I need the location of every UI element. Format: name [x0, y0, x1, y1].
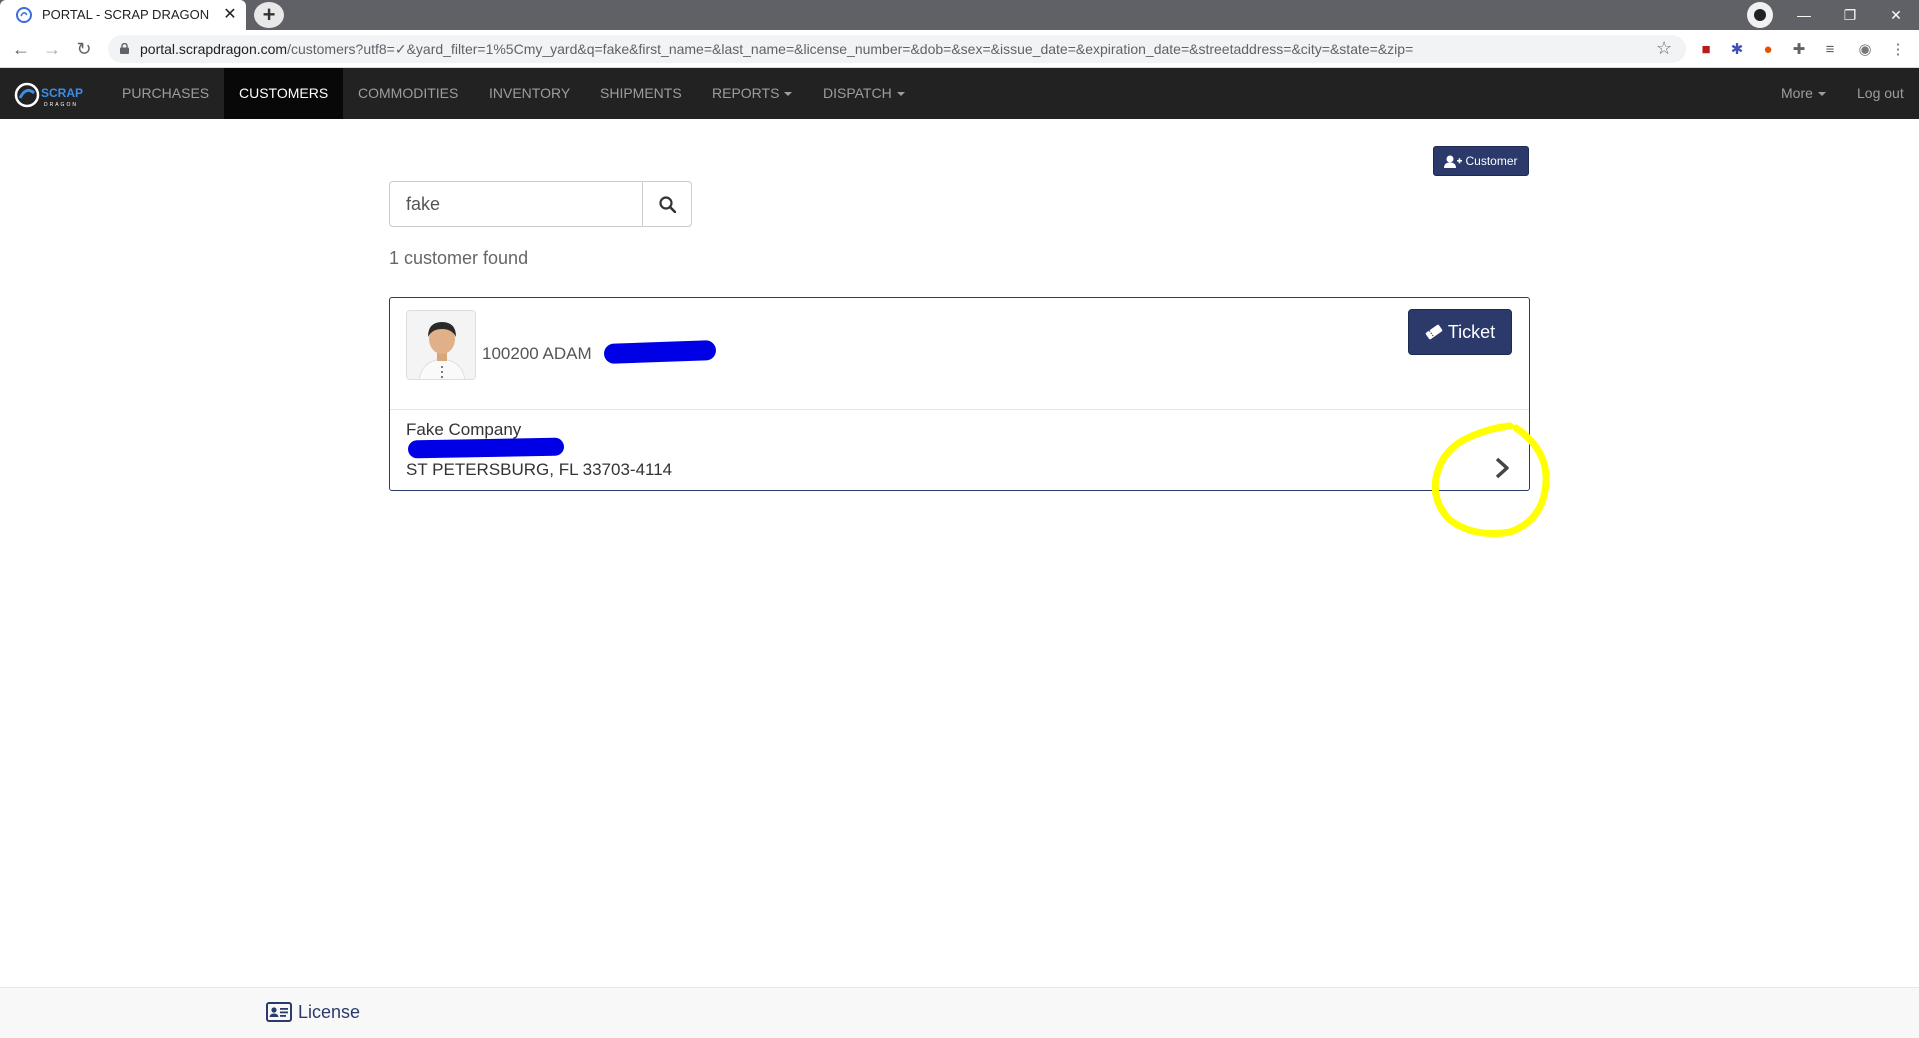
- svg-text:SCRAP: SCRAP: [41, 86, 83, 100]
- browser-tab[interactable]: PORTAL - SCRAP DRAGON ✕: [0, 0, 246, 30]
- logout-link[interactable]: Log out: [1857, 68, 1904, 119]
- redaction-mark: [603, 340, 717, 364]
- customer-company: Fake Company: [406, 420, 522, 439]
- nav-purchases[interactable]: PURCHASES: [107, 68, 224, 119]
- lock-icon: [120, 43, 129, 54]
- extensions-puzzle-icon[interactable]: ✚: [1789, 40, 1809, 60]
- scrap-dragon-favicon-icon: [16, 7, 32, 23]
- nav-commodities[interactable]: COMMODITIES: [343, 68, 473, 119]
- profile-avatar-icon[interactable]: ◉: [1855, 40, 1875, 60]
- ticket-button[interactable]: Ticket: [1408, 309, 1512, 355]
- caret-down-icon: [896, 92, 905, 97]
- customer-name: 100200 ADAM: [482, 344, 592, 363]
- nav-inventory[interactable]: INVENTORY: [474, 68, 585, 119]
- customer-card-header: 100200 ADAM Ticket: [390, 298, 1529, 410]
- redaction-mark: [407, 437, 565, 459]
- extension-flame-icon[interactable]: ●: [1758, 40, 1778, 60]
- caret-down-icon: [784, 92, 793, 97]
- svg-text:DRAGON: DRAGON: [44, 102, 78, 108]
- bookmark-star-icon[interactable]: ☆: [1656, 38, 1672, 59]
- nav-dispatch-dropdown[interactable]: DISPATCH: [808, 68, 920, 119]
- minimize-icon[interactable]: —: [1781, 0, 1827, 30]
- browser-profile-icon[interactable]: [1747, 2, 1773, 28]
- person-silhouette-icon: [407, 311, 475, 379]
- address-bar[interactable]: portal.scrapdragon.com/customers?utf8=✓&…: [108, 35, 1686, 63]
- nav-customers[interactable]: CUSTOMERS: [224, 68, 344, 119]
- caret-down-icon: [1817, 92, 1826, 97]
- back-icon[interactable]: ←: [10, 38, 32, 60]
- nav-more-dropdown[interactable]: More: [1781, 68, 1826, 119]
- restore-icon[interactable]: ❐: [1827, 0, 1873, 30]
- extension-shield-icon[interactable]: ■: [1696, 40, 1716, 60]
- customer-search-group: [389, 181, 692, 227]
- highlight-circle-annotation: [1431, 422, 1550, 537]
- browser-tab-strip: PORTAL - SCRAP DRAGON ✕ + — ❐ ✕: [0, 0, 1919, 30]
- forward-icon[interactable]: →: [41, 38, 63, 60]
- search-icon: [659, 196, 676, 213]
- user-plus-icon: [1444, 155, 1463, 169]
- browser-menu-icon[interactable]: ⋮: [1888, 40, 1908, 60]
- customer-search-input[interactable]: [389, 181, 643, 227]
- customer-avatar: [406, 310, 476, 380]
- result-count: 1 customer found: [389, 248, 529, 268]
- reading-list-icon[interactable]: ≡: [1820, 40, 1840, 60]
- main-navbar: SCRAP DRAGON PURCHASES CUSTOMERS COMMODI…: [0, 68, 1919, 119]
- customer-city-line: ST PETERSBURG, FL 33703-4114: [406, 460, 673, 479]
- reload-icon[interactable]: ↻: [73, 38, 95, 60]
- license-link[interactable]: License: [266, 1002, 360, 1023]
- customer-card[interactable]: 100200 ADAM Ticket Fake Company ST PETER…: [389, 297, 1530, 491]
- ticket-icon: [1425, 324, 1443, 340]
- page-footer: License: [0, 987, 1919, 1038]
- tab-close-icon[interactable]: ✕: [220, 5, 240, 25]
- add-customer-button[interactable]: Customer: [1433, 146, 1529, 176]
- scrap-dragon-logo-icon[interactable]: SCRAP DRAGON: [14, 82, 94, 108]
- new-tab-button[interactable]: +: [254, 2, 284, 28]
- search-button[interactable]: [642, 181, 692, 227]
- nav-reports-dropdown[interactable]: REPORTS: [697, 68, 807, 119]
- url-text: portal.scrapdragon.com/customers?utf8=✓&…: [140, 41, 1414, 57]
- close-window-icon[interactable]: ✕: [1873, 0, 1919, 30]
- tab-title: PORTAL - SCRAP DRAGON: [42, 7, 210, 22]
- extension-gear-icon[interactable]: ✱: [1727, 40, 1747, 60]
- browser-toolbar: ← → ↻ portal.scrapdragon.com/customers?u…: [0, 30, 1919, 68]
- id-card-icon: [266, 1002, 292, 1022]
- nav-shipments[interactable]: SHIPMENTS: [585, 68, 697, 119]
